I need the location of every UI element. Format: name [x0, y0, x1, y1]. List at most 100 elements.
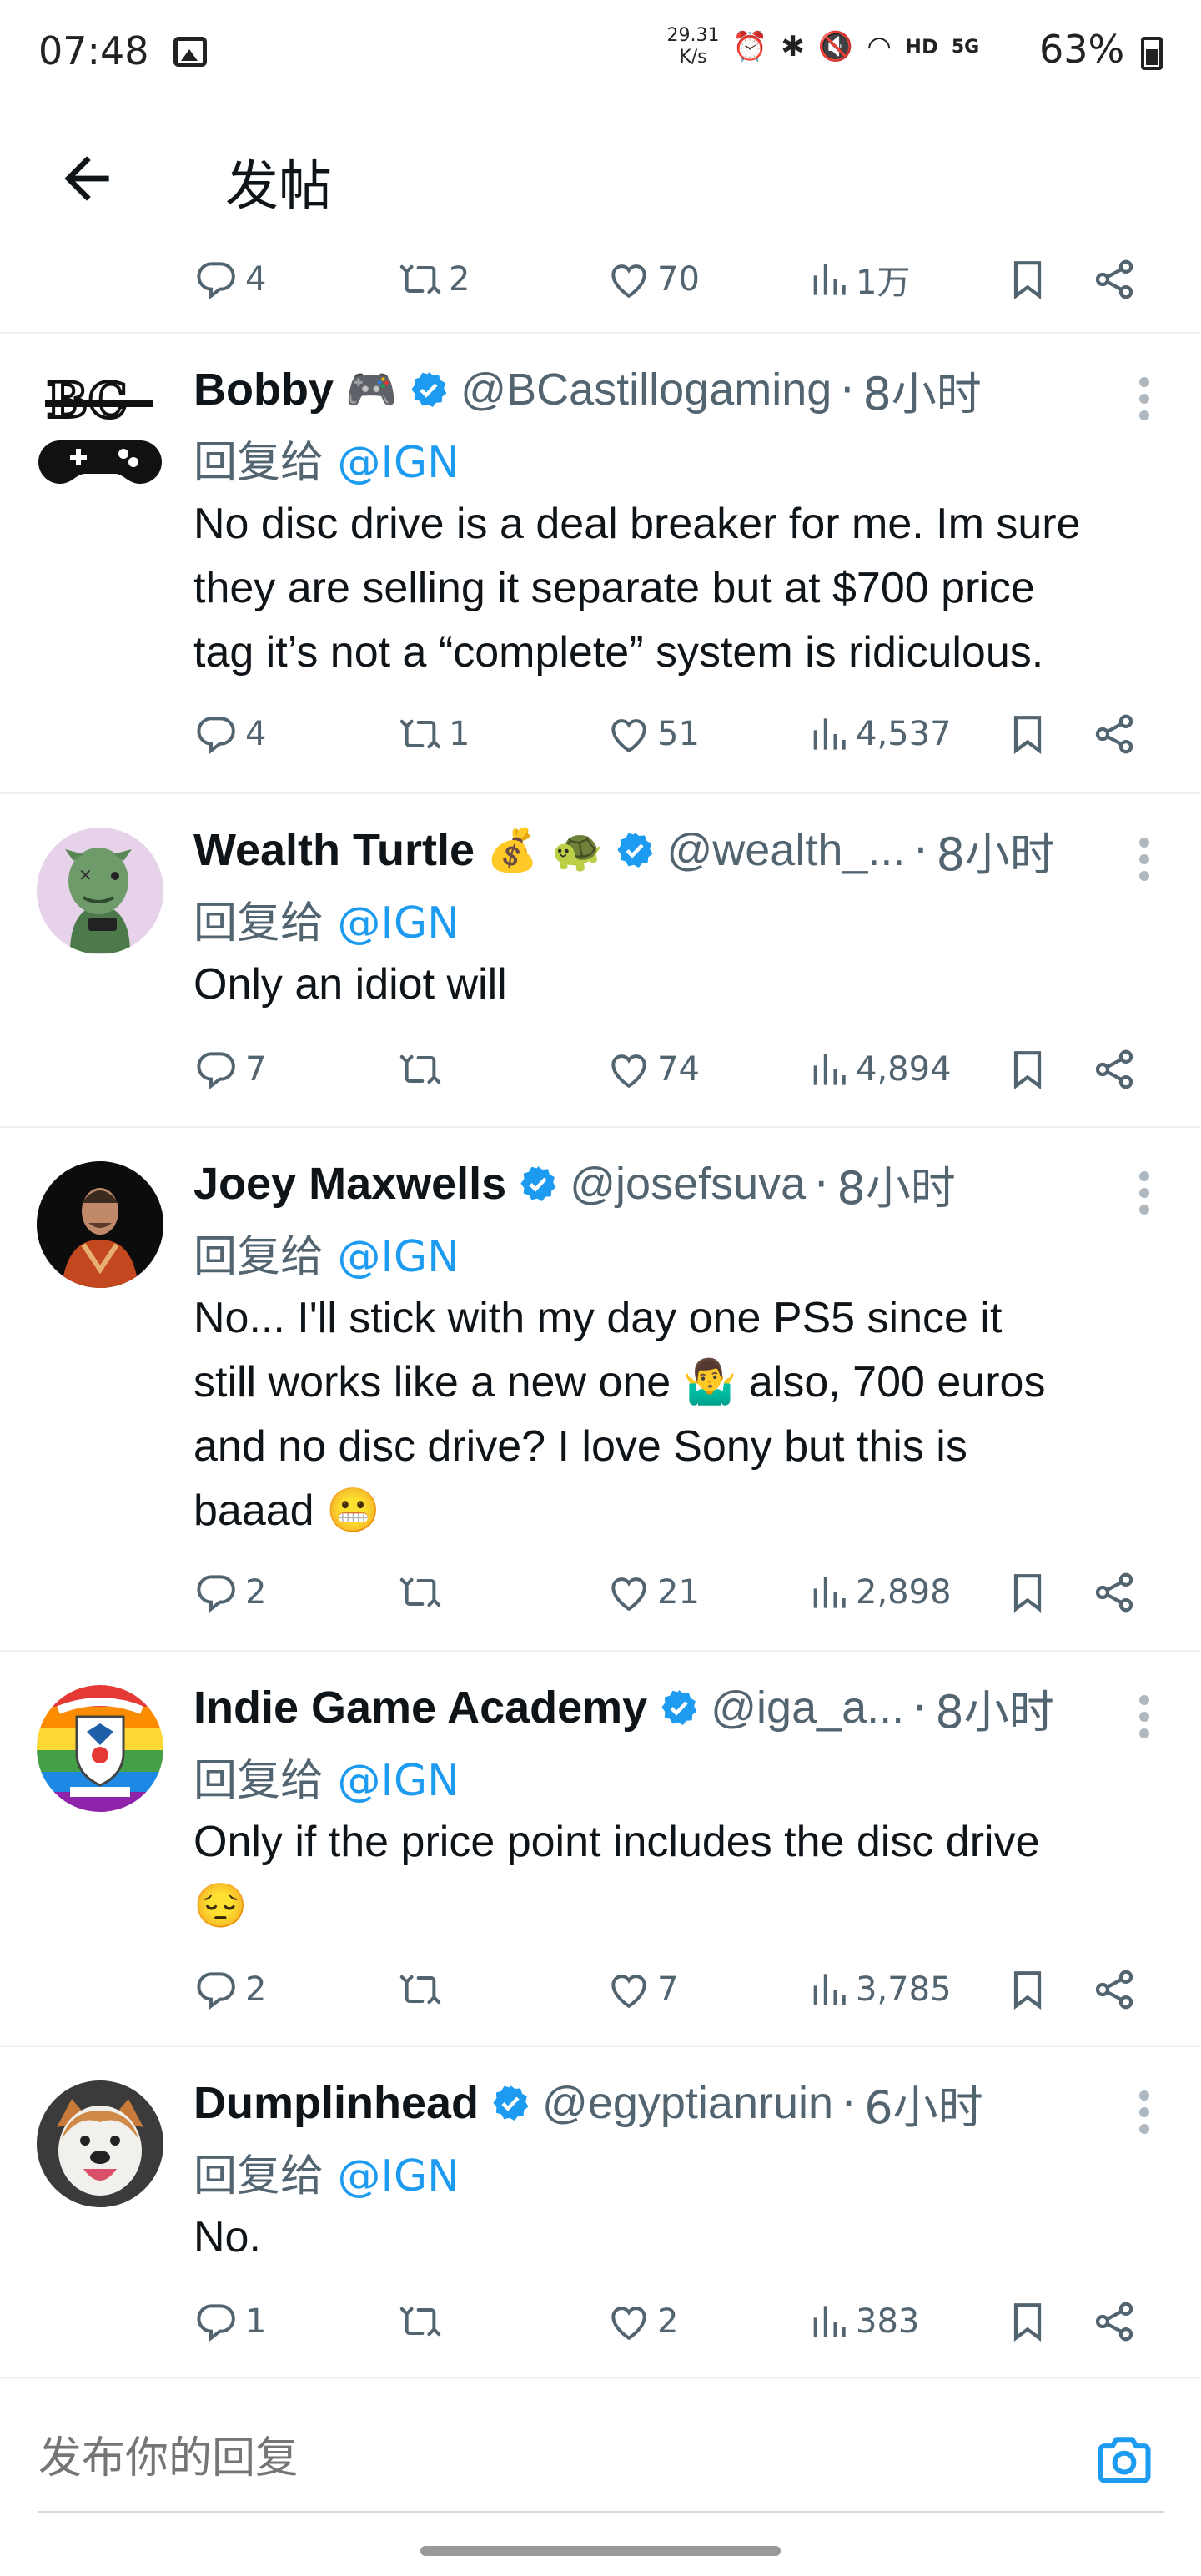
tweet-text-line: still works like a new one 🤷‍♂️ also, 70… — [193, 1358, 1046, 1406]
like-button[interactable]: 7 — [606, 1960, 678, 2019]
views-button[interactable]: 4,894 — [804, 1040, 952, 1099]
tweet[interactable]: Joey Maxwells @josefsuva · 8小时 回复给 @IGN … — [0, 1128, 1201, 1652]
replying-to-handle[interactable]: @IGN — [338, 438, 460, 488]
verified-badge-icon — [409, 370, 449, 410]
views-button[interactable]: 1万 — [804, 250, 910, 309]
bookmark-icon — [1004, 1569, 1051, 1616]
wifi-icon: ◠ — [867, 30, 892, 63]
display-name[interactable]: Wealth Turtle — [193, 824, 475, 876]
bookmark-button[interactable] — [1004, 1960, 1056, 2019]
home-indicator[interactable] — [420, 2546, 781, 2556]
share-button[interactable] — [1091, 250, 1143, 309]
previous-post-actions: 4 2 70 1万 — [0, 250, 1201, 334]
like-button[interactable]: 74 — [606, 1040, 700, 1099]
views-icon — [804, 1966, 851, 2013]
replying-to-handle[interactable]: @IGN — [338, 2151, 460, 2201]
avatar[interactable] — [37, 2080, 163, 2207]
replying-to: 回复给 @IGN — [193, 2141, 460, 2203]
share-icon — [1091, 256, 1138, 303]
tweet-header: Dumplinhead @egyptianruin · 6小时 — [193, 2074, 983, 2134]
reply-input[interactable] — [38, 2421, 956, 2496]
repost-count: 1 — [449, 715, 470, 753]
bookmark-button[interactable] — [1004, 705, 1056, 763]
reply-button[interactable]: 2 — [193, 1960, 266, 2019]
display-name[interactable]: Indie Game Academy — [193, 1682, 647, 1733]
views-button[interactable]: 383 — [804, 2292, 919, 2351]
bookmark-button[interactable] — [1004, 1563, 1056, 1622]
reply-button[interactable]: 2 — [193, 1563, 266, 1622]
share-icon — [1091, 1046, 1138, 1093]
reply-button[interactable]: 7 — [193, 1040, 266, 1099]
replying-to-handle[interactable]: @IGN — [338, 898, 460, 948]
reply-composer — [0, 2402, 1201, 2513]
avatar[interactable] — [37, 1161, 163, 1288]
like-count: 51 — [657, 715, 700, 753]
bookmark-button[interactable] — [1004, 1040, 1056, 1099]
arrow-left-icon[interactable] — [53, 145, 120, 212]
user-handle[interactable]: @josefsuva — [570, 1158, 806, 1210]
mute-icon: 🔇 — [817, 30, 854, 63]
display-name[interactable]: Joey Maxwells — [193, 1158, 506, 1210]
share-button[interactable] — [1091, 2292, 1143, 2351]
replying-to-handle[interactable]: @IGN — [338, 1756, 460, 1806]
user-handle[interactable]: @BCastillogaming — [460, 364, 832, 415]
more-options-icon[interactable] — [1136, 1168, 1153, 1218]
more-options-icon[interactable] — [1136, 1692, 1153, 1742]
display-name[interactable]: Bobby — [193, 364, 334, 415]
views-button[interactable]: 3,785 — [804, 1960, 952, 2019]
network-speed: 29.31 K/s — [664, 25, 722, 68]
reply-count: 4 — [245, 715, 267, 753]
network-speed-value: 29.31 — [666, 25, 720, 46]
repost-button[interactable]: 1 — [397, 705, 470, 763]
user-handle[interactable]: @egyptianruin — [542, 2077, 833, 2129]
reply-button[interactable]: 1 — [193, 2292, 266, 2351]
heart-icon — [606, 2298, 652, 2345]
tweet-text: No. — [193, 2206, 1178, 2270]
user-handle[interactable]: @iga_a... — [711, 1682, 904, 1733]
bookmark-button[interactable] — [1004, 250, 1056, 309]
user-handle[interactable]: @wealth_... — [666, 824, 905, 876]
share-button[interactable] — [1091, 1040, 1143, 1099]
view-count: 2,898 — [856, 1573, 952, 1612]
like-button[interactable]: 70 — [606, 250, 700, 309]
tweet[interactable]: Indie Game Academy @iga_a... · 8小时 回复给 @… — [0, 1652, 1201, 2047]
display-name[interactable]: Dumplinhead — [193, 2077, 479, 2129]
like-button[interactable]: 2 — [606, 2292, 678, 2351]
share-button[interactable] — [1091, 1563, 1143, 1622]
views-button[interactable]: 2,898 — [804, 1563, 952, 1622]
tweet-text-line: tag it’s not a “complete” system is ridi… — [193, 628, 1044, 677]
more-options-icon[interactable] — [1136, 374, 1153, 424]
tweet[interactable]: BC Bobby 🎮 @BCastillogaming · 8小时 回复给 @I… — [0, 334, 1201, 794]
tweet-text: No disc drive is a deal breaker for me. … — [193, 492, 1178, 685]
separator-dot: · — [840, 363, 855, 416]
bookmark-button[interactable] — [1004, 2292, 1056, 2351]
avatar[interactable]: ✕ — [37, 828, 163, 954]
reply-icon — [193, 2298, 240, 2345]
repost-button[interactable] — [397, 1960, 449, 2019]
repost-button[interactable]: 2 — [397, 250, 470, 309]
more-options-icon[interactable] — [1136, 834, 1153, 884]
views-button[interactable]: 4,537 — [804, 705, 952, 763]
separator-dot: · — [913, 823, 928, 877]
repost-button[interactable] — [397, 1040, 449, 1099]
replying-to-handle[interactable]: @IGN — [338, 1232, 460, 1282]
reply-icon — [193, 256, 240, 303]
views-icon — [804, 711, 851, 757]
tweet[interactable]: Dumplinhead @egyptianruin · 6小时 回复给 @IGN… — [0, 2047, 1201, 2379]
avatar[interactable] — [37, 1685, 163, 1812]
like-button[interactable]: 51 — [606, 705, 700, 763]
reply-button[interactable]: 4 — [193, 250, 266, 309]
share-button[interactable] — [1091, 1960, 1143, 2019]
replying-to-label: 回复给 — [193, 1232, 324, 1282]
like-button[interactable]: 21 — [606, 1563, 700, 1622]
tweet[interactable]: ✕ Wealth Turtle 💰 🐢 @wealth_... · 8小时 回复… — [0, 794, 1201, 1128]
reply-button[interactable]: 4 — [193, 705, 266, 763]
repost-button[interactable] — [397, 2292, 449, 2351]
avatar[interactable]: BC — [37, 367, 163, 494]
tweet-text-line: No. — [193, 2213, 261, 2262]
more-options-icon[interactable] — [1136, 2087, 1153, 2137]
camera-icon[interactable] — [1093, 2428, 1156, 2491]
share-button[interactable] — [1091, 705, 1143, 763]
repost-button[interactable] — [397, 1563, 449, 1622]
replying-to-label: 回复给 — [193, 898, 324, 948]
